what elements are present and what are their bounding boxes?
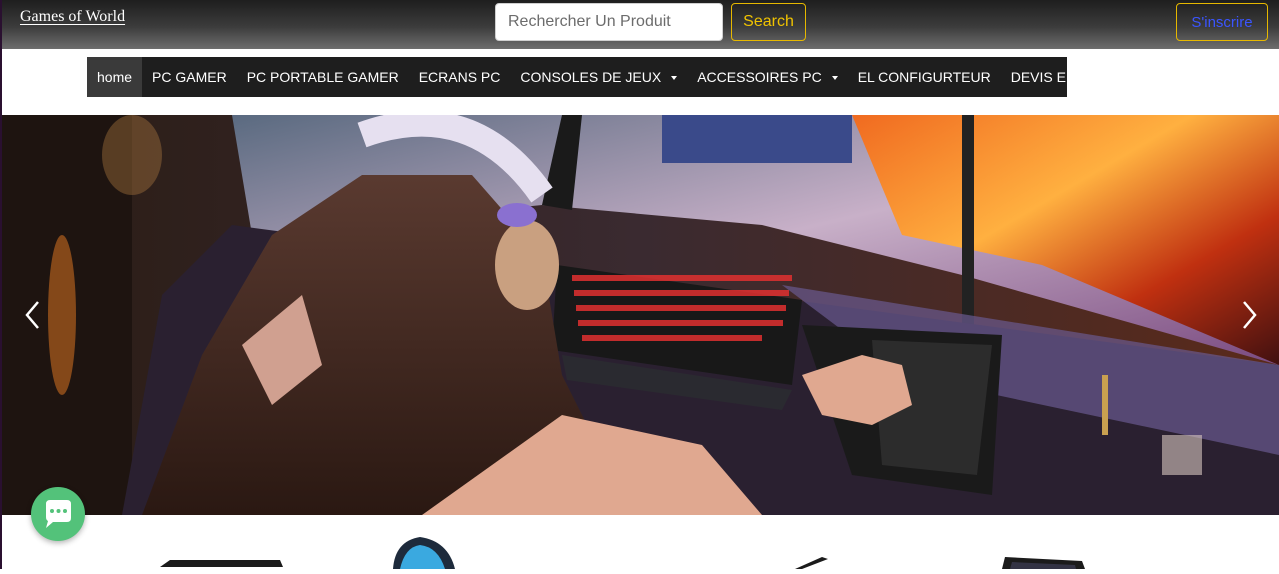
- product-image-laptop[interactable]: [1002, 557, 1085, 569]
- search-input[interactable]: [495, 3, 723, 41]
- nav-item-label: EL CONFIGURTEUR: [857, 69, 991, 85]
- caret-down-icon: [671, 76, 678, 81]
- nav-item-label: CONSOLES DE JEUX: [520, 69, 662, 85]
- chat-widget-button[interactable]: [31, 487, 85, 541]
- nav-item-pc-gamer[interactable]: PC GAMER: [142, 57, 237, 97]
- carousel-prev-icon[interactable]: [22, 298, 44, 332]
- product-image-chair[interactable]: [393, 537, 455, 569]
- product-strip: [0, 515, 1279, 569]
- product-image-monitor[interactable]: [795, 557, 828, 569]
- search-button[interactable]: Search: [731, 3, 806, 41]
- nav-item-label: home: [97, 69, 133, 85]
- chat-bubble-icon: [46, 500, 71, 528]
- brand-logo[interactable]: Games of World: [20, 8, 125, 26]
- nav-item-home[interactable]: home: [87, 57, 143, 97]
- caret-down-icon: [831, 76, 838, 81]
- nav-item-accessoires-pc[interactable]: ACCESSOIRES PC: [687, 57, 847, 97]
- nav-item-label: PC GAMER: [152, 69, 227, 85]
- nav-item-consoles-de-jeux[interactable]: CONSOLES DE JEUX: [510, 57, 687, 97]
- nav-item-label: ECRANS PC: [418, 69, 501, 85]
- signup-button[interactable]: S'inscrire: [1176, 3, 1268, 41]
- nav-item-pc-portable-gamer[interactable]: PC PORTABLE GAMER: [237, 57, 409, 97]
- top-header: Games of World Search S'inscrire: [2, 0, 1279, 49]
- product-image-pc[interactable]: [160, 560, 283, 567]
- nav-item-devis-en-ligne[interactable]: DEVIS EN LIGNE: [1001, 57, 1132, 97]
- nav-item-label: DEVIS EN LIGNE: [1010, 69, 1122, 85]
- hero-carousel: [2, 115, 1279, 515]
- carousel-next-icon[interactable]: [1238, 298, 1260, 332]
- carousel-image: [2, 115, 1279, 515]
- nav-item-label: ACCESSOIRES PC: [697, 69, 822, 85]
- nav-item-label: PC PORTABLE GAMER: [246, 69, 399, 85]
- nav-item-configurateur[interactable]: EL CONFIGURTEUR: [848, 57, 1001, 97]
- nav-item-ecrans-pc[interactable]: ECRANS PC: [409, 57, 511, 97]
- main-nav: home PC GAMER PC PORTABLE GAMER ECRANS P…: [87, 57, 1122, 97]
